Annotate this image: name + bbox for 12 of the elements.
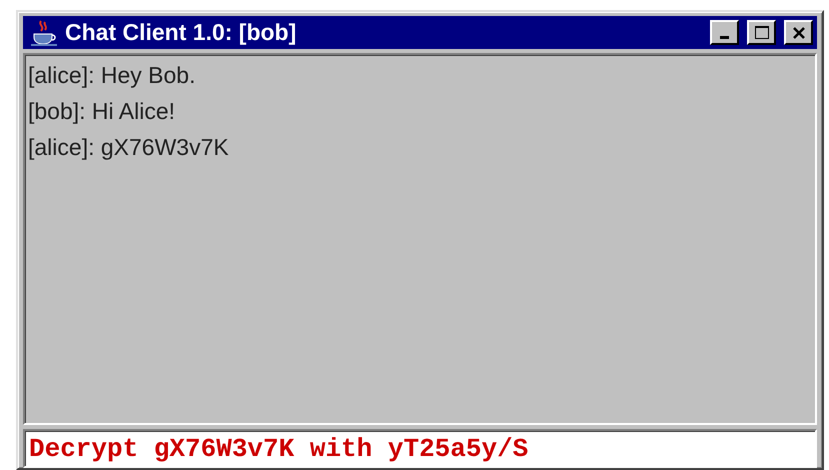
minimize-button[interactable] xyxy=(710,20,739,46)
close-icon xyxy=(790,24,806,41)
chat-message: [bob]: Hi Alice! xyxy=(28,97,176,126)
minimize-icon xyxy=(720,36,729,40)
input-field[interactable]: Decrypt gX76W3v7K with yT25a5y/S xyxy=(23,429,817,468)
maximize-button[interactable] xyxy=(747,20,776,46)
chat-message: [alice]: gX76W3v7K xyxy=(28,133,229,162)
close-button[interactable] xyxy=(784,20,813,46)
maximize-icon xyxy=(754,24,770,41)
chat-message: [alice]: Hey Bob. xyxy=(28,61,196,90)
coffee-cup-icon xyxy=(29,18,59,47)
window-title: Chat Client 1.0: [bob] xyxy=(65,19,298,46)
